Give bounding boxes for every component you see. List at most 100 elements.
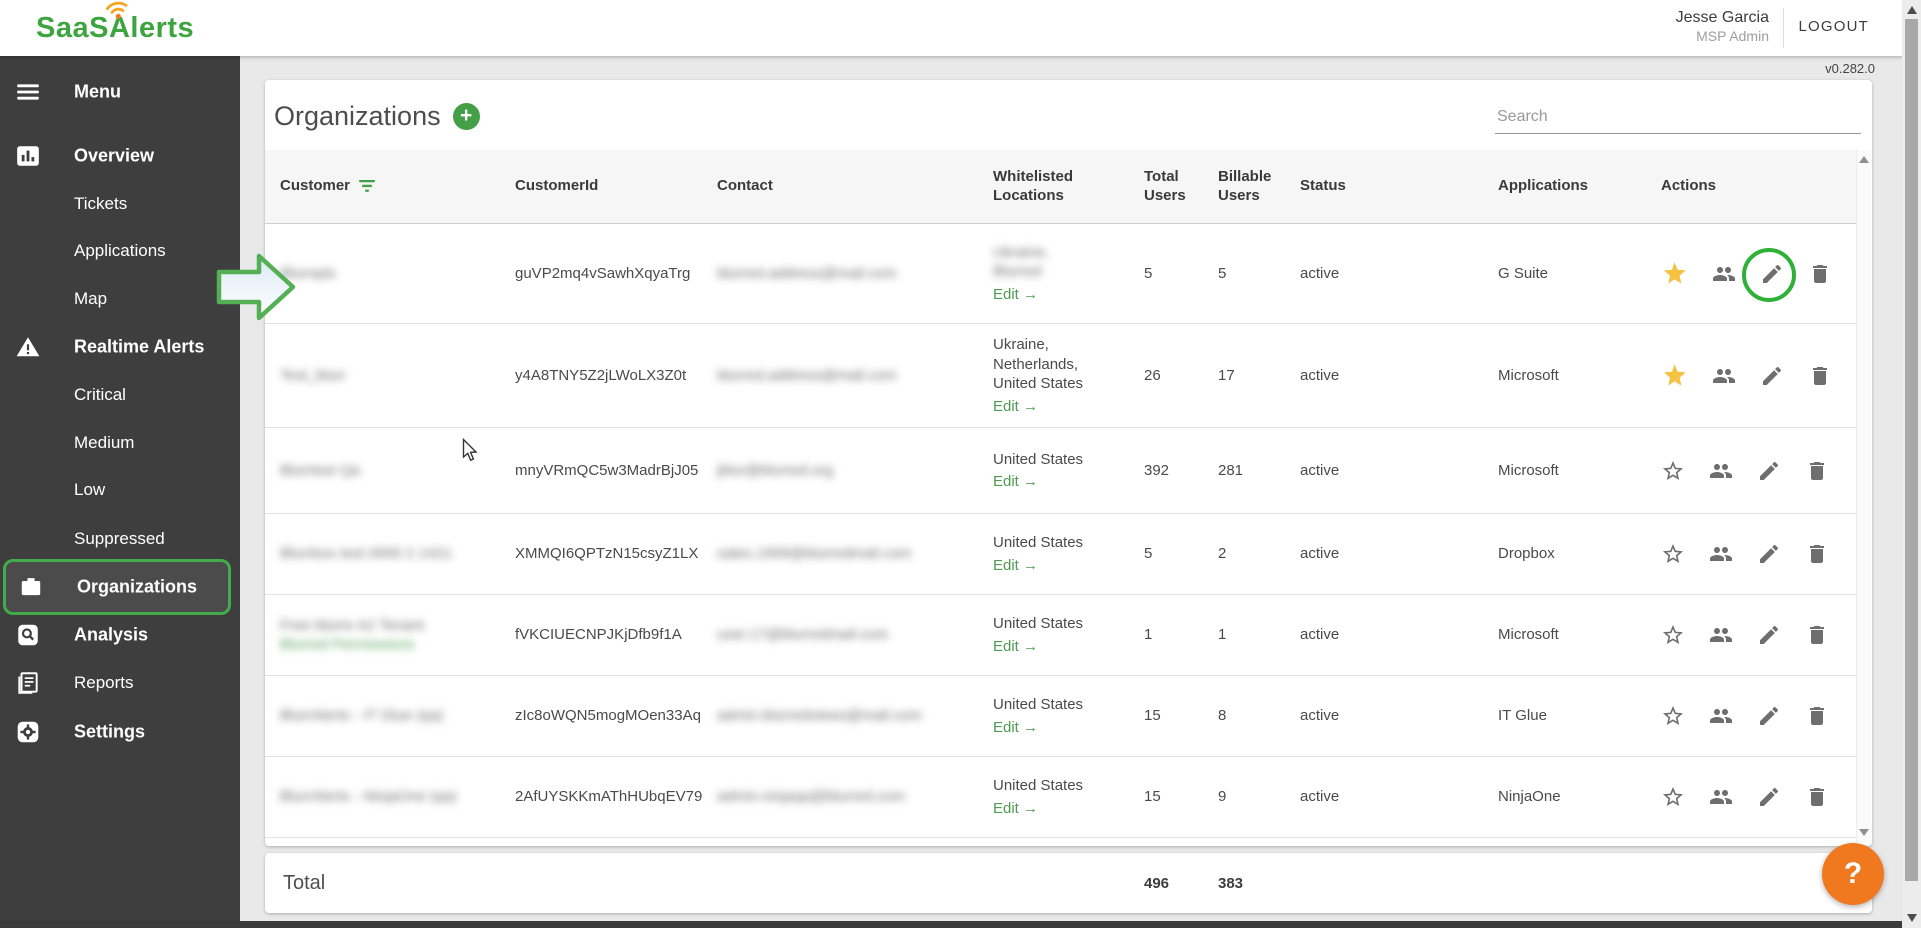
favorite-star-outline-icon[interactable] [1661,459,1685,483]
billable-users-value: 1 [1218,625,1300,645]
scroll-up-arrow-icon[interactable] [1859,156,1869,163]
scroll-up-arrow-icon[interactable] [1907,6,1917,14]
application-value: IT Glue [1498,706,1661,726]
application-value: NinjaOne [1498,787,1661,807]
sidebar-item-realtime-alerts[interactable]: Realtime Alerts [0,323,240,371]
logo-letter-a: A [109,12,130,45]
delete-trash-icon[interactable] [1805,785,1829,809]
total-users-total: 496 [1144,875,1218,892]
column-header-billable-users: Billable Users [1218,168,1300,206]
users-icon[interactable] [1709,542,1733,566]
organizations-card: Organizations + Customer CustomerId Cont… [265,80,1872,846]
application-value: Microsoft [1498,366,1661,386]
sidebar-item-settings[interactable]: Settings [0,708,240,756]
logout-button[interactable]: LOGOUT [1798,18,1869,35]
favorite-star-outline-icon[interactable] [1661,704,1685,728]
users-icon[interactable] [1709,459,1733,483]
users-icon[interactable] [1709,704,1733,728]
delete-trash-icon[interactable] [1805,459,1829,483]
sidebar-item-reports[interactable]: Reports [0,659,240,707]
billable-users-total: 383 [1218,875,1300,892]
favorite-star-icon[interactable] [1661,362,1688,389]
favorite-star-outline-icon[interactable] [1661,785,1685,809]
sidebar-item-suppressed[interactable]: Suppressed [0,515,240,563]
billable-users-value: 9 [1218,787,1300,807]
edit-pencil-icon[interactable] [1760,364,1784,388]
row-actions [1661,542,1852,566]
sidebar-item-tickets[interactable]: Tickets [0,180,240,228]
row-actions [1661,623,1852,647]
favorite-star-icon[interactable] [1661,260,1688,287]
sidebar-item-applications[interactable]: Applications [0,227,240,275]
search-input[interactable] [1495,104,1861,134]
favorite-star-outline-icon[interactable] [1661,542,1685,566]
edit-locations-link[interactable]: Edit → [993,556,1038,576]
scroll-down-arrow-icon[interactable] [1907,914,1917,922]
help-button[interactable]: ? [1822,843,1884,905]
billable-users-value: 5 [1218,264,1300,284]
whitelisted-locations: United States Edit → [993,776,1144,818]
table-row: Test_blurr y4A8TNY5Z2jLWoLX3Z0t blurred.… [265,324,1857,428]
annotation-circle [1742,248,1796,302]
sidebar-item-organizations[interactable]: Organizations [3,559,231,615]
total-label: Total [280,872,515,895]
bottom-edge [0,921,1902,928]
delete-trash-icon[interactable] [1808,262,1832,286]
scroll-down-arrow-icon[interactable] [1859,829,1869,836]
sidebar-item-medium[interactable]: Medium [0,419,240,467]
edit-locations-link[interactable]: Edit → [993,472,1038,492]
edit-locations-link[interactable]: Edit → [993,637,1038,657]
page-scrollbar[interactable] [1902,0,1921,928]
sidebar-item-low[interactable]: Low [0,466,240,514]
table-scrollbar[interactable] [1856,150,1871,842]
contact-email-redacted: admin.ninjaqa@blurred.com [717,788,905,805]
sidebar-item-critical[interactable]: Critical [0,371,240,419]
edit-pencil-icon[interactable] [1757,542,1781,566]
row-actions [1661,459,1852,483]
total-users-value: 15 [1144,706,1218,726]
delete-trash-icon[interactable] [1805,623,1829,647]
sidebar: Menu Overview Tickets Applications Map R… [0,56,240,928]
scrollbar-thumb[interactable] [1905,19,1918,881]
sidebar-item-analysis[interactable]: Analysis [0,611,240,659]
saas-alerts-logo: SaaSAlerts [36,12,194,45]
edit-locations-link[interactable]: Edit → [993,718,1038,738]
delete-trash-icon[interactable] [1805,542,1829,566]
edit-locations-link[interactable]: Edit → [993,799,1038,819]
delete-trash-icon[interactable] [1808,364,1832,388]
contact-email-redacted: blurred.address@mail.com [717,265,896,282]
application-value: G Suite [1498,264,1661,284]
status-value: active [1300,264,1498,284]
billable-users-value: 8 [1218,706,1300,726]
column-header-customer[interactable]: Customer [280,177,515,196]
users-icon[interactable] [1712,262,1736,286]
sidebar-item-overview[interactable]: Overview [0,132,240,180]
menu-toggle[interactable]: Menu [0,68,240,116]
users-icon[interactable] [1709,785,1733,809]
column-header-actions: Actions [1661,177,1852,196]
search-doc-icon [15,622,41,648]
edit-pencil-icon[interactable] [1757,459,1781,483]
column-header-contact: Contact [717,177,993,196]
edit-pencil-icon[interactable] [1757,704,1781,728]
application-value: Microsoft [1498,461,1661,481]
delete-trash-icon[interactable] [1805,704,1829,728]
add-organization-button[interactable]: + [453,103,480,130]
edit-locations-link[interactable]: Edit → [993,285,1038,305]
sidebar-item-map[interactable]: Map [0,275,240,323]
gear-icon [15,719,41,745]
hamburger-icon [15,79,41,105]
edit-pencil-icon[interactable] [1757,785,1781,809]
total-users-value: 5 [1144,264,1218,284]
status-value: active [1300,706,1498,726]
whitelisted-locations: United States Edit → [993,450,1144,492]
favorite-star-outline-icon[interactable] [1661,623,1685,647]
customer-id: fVKCIUECNPJKjDfb9f1A [515,625,717,645]
users-icon[interactable] [1709,623,1733,647]
annotation-arrow [216,252,296,322]
table-row: Blurrtest Qa mnyVRmQC5w3MadrBjJ05 jblur@… [265,428,1857,514]
users-icon[interactable] [1712,364,1736,388]
customer-link-redacted[interactable]: Blurred Permissions [280,635,503,655]
edit-pencil-icon[interactable] [1757,623,1781,647]
edit-locations-link[interactable]: Edit → [993,397,1038,417]
